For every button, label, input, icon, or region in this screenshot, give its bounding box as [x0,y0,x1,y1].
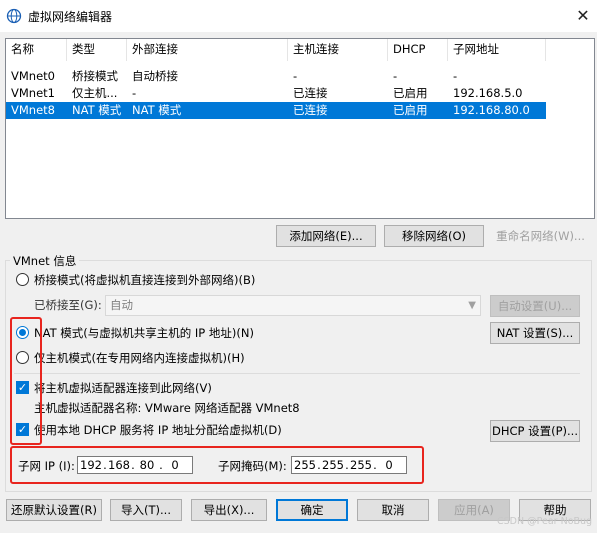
annotation-highlight-left [10,317,42,445]
cell-external: NAT 模式 [132,103,182,117]
table-row-selected[interactable]: VMnet8 NAT 模式 NAT 模式 已连接 已启用 192.168.80.… [6,102,546,119]
column-header-dhcp[interactable]: DHCP [388,39,448,61]
cell-type: 桥接模式 [72,69,118,83]
cell-subnet: - [453,69,458,83]
column-header-name[interactable]: 名称 [6,39,67,61]
bridged-to-select[interactable]: 自动 ▼ [105,295,481,316]
cell-host: - [293,69,298,83]
cell-name: VMnet8 [11,103,55,117]
rename-network-button[interactable]: 重命名网络(W)... [491,225,590,247]
title-bar: 虚拟网络编辑器 ✕ [0,0,597,32]
cell-dhcp: 已启用 [393,103,428,117]
network-list[interactable]: 名称 类型 外部连接 主机连接 DHCP 子网地址 VMnet0 桥接模式 自动… [5,38,595,219]
cell-host: 已连接 [293,86,328,100]
restore-defaults-button[interactable]: 还原默认设置(R) [6,499,102,521]
cell-type: NAT 模式 [72,103,122,117]
auto-settings-button[interactable]: 自动设置(U)... [490,295,580,317]
bridged-to-label: 已桥接至(G): [34,298,102,312]
annotation-highlight-subnet [10,446,424,484]
nat-settings-button[interactable]: NAT 设置(S)... [490,322,580,344]
column-header-external[interactable]: 外部连接 [127,39,288,61]
cell-dhcp: 已启用 [393,86,428,100]
add-network-button[interactable]: 添加网络(E)... [276,225,376,247]
cell-external: 自动桥接 [132,69,178,83]
watermark-text: CSDN @Pear NoBug [497,516,593,527]
table-row[interactable]: VMnet0 桥接模式 自动桥接 - - - [6,68,546,85]
bridge-mode-radio[interactable] [16,273,29,286]
cell-host: 已连接 [293,103,328,117]
close-button[interactable]: ✕ [571,4,595,28]
column-header-type[interactable]: 类型 [67,39,127,61]
bridged-to-value: 自动 [110,298,133,312]
cell-name: VMnet1 [11,86,55,100]
cell-subnet: 192.168.80.0 [453,103,530,117]
list-header: 名称 类型 外部连接 主机连接 DHCP 子网地址 [6,39,594,61]
bridge-mode-label[interactable]: 桥接模式(将虚拟机直接连接到外部网络)(B) [34,273,255,287]
cancel-button[interactable]: 取消 [357,499,429,521]
nat-mode-label[interactable]: NAT 模式(与虚拟机共享主机的 IP 地址)(N) [34,326,254,340]
cell-subnet: 192.168.5.0 [453,86,523,100]
globe-network-icon [6,8,22,24]
cell-type: 仅主机... [72,86,118,100]
chevron-down-icon: ▼ [468,300,476,311]
column-header-subnet[interactable]: 子网地址 [448,39,546,61]
cell-dhcp: - [393,69,398,83]
ok-button[interactable]: 确定 [276,499,348,521]
dhcp-label[interactable]: 使用本地 DHCP 服务将 IP 地址分配给虚拟机(D) [34,423,282,437]
window-title: 虚拟网络编辑器 [28,10,113,24]
dhcp-settings-button[interactable]: DHCP 设置(P)... [490,420,580,442]
adapter-name-label: 主机虚拟适配器名称: VMware 网络适配器 VMnet8 [34,401,300,415]
separator [14,373,580,374]
table-row[interactable]: VMnet1 仅主机... - 已连接 已启用 192.168.5.0 [6,85,546,102]
group-title: VMnet 信息 [10,253,80,269]
export-button[interactable]: 导出(X)... [191,499,267,521]
column-header-host[interactable]: 主机连接 [288,39,388,61]
host-only-label[interactable]: 仅主机模式(在专用网络内连接虚拟机)(H) [34,351,245,365]
cell-external: - [132,86,137,100]
cell-name: VMnet0 [11,69,55,83]
remove-network-button[interactable]: 移除网络(O) [384,225,484,247]
import-button[interactable]: 导入(T)... [110,499,182,521]
connect-adapter-label[interactable]: 将主机虚拟适配器连接到此网络(V) [34,381,212,395]
